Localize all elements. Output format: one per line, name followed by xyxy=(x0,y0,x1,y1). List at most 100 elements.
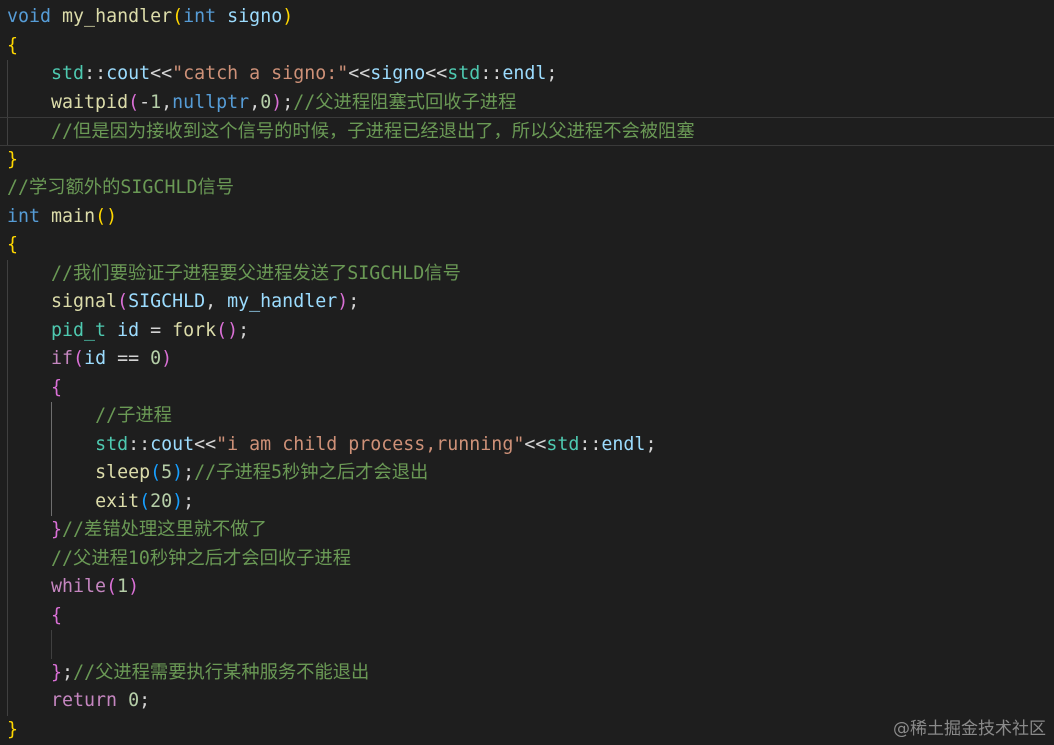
code-token: ( xyxy=(150,462,162,483)
code-token: signo xyxy=(227,6,283,27)
code-token: = xyxy=(139,319,173,341)
code-line[interactable]: { xyxy=(7,374,62,403)
code-token: cout xyxy=(150,433,195,455)
code-token: std xyxy=(447,63,481,84)
code-line[interactable]: signal(SIGCHLD, my_handler); xyxy=(7,288,359,317)
code-token: main xyxy=(51,205,96,227)
code-line[interactable]: sleep(5);//子进程5秒钟之后才会退出 xyxy=(7,459,428,488)
code-line[interactable]: //父进程10秒钟之后才会回收子进程 xyxy=(7,545,351,574)
code-token: ) xyxy=(337,291,349,312)
code-token: << xyxy=(150,63,173,84)
code-line[interactable]: std::cout<<"catch a signo:"<<signo<<std:… xyxy=(7,60,557,89)
code-token: cout xyxy=(106,63,151,84)
code-token: std xyxy=(95,433,129,455)
indent-guide xyxy=(51,630,53,659)
code-token: my_handler xyxy=(227,291,338,312)
code-line[interactable]: int main() xyxy=(7,203,117,232)
code-line[interactable]: //但是因为接收到这个信号的时候，子进程已经退出了，所以父进程不会被阻塞 xyxy=(0,117,1054,146)
code-token: () xyxy=(95,205,118,227)
code-line[interactable]: while(1) xyxy=(7,573,139,602)
code-editor[interactable]: void my_handler(int signo){ std::cout<<"… xyxy=(0,0,1054,745)
code-token: id xyxy=(84,348,107,369)
code-token: if xyxy=(51,348,74,369)
code-line[interactable]: { xyxy=(7,231,18,260)
code-token: ) xyxy=(128,576,140,597)
code-line[interactable]: //子进程 xyxy=(7,402,172,431)
code-token: :: xyxy=(579,433,602,455)
code-token: 5 xyxy=(161,462,173,483)
code-line[interactable]: };//父进程需要执行某种服务不能退出 xyxy=(7,659,369,688)
code-token: ( xyxy=(106,576,118,597)
code-token: //父进程需要执行某种服务不能退出 xyxy=(73,661,370,683)
code-token: return xyxy=(51,690,118,711)
code-token: ) xyxy=(282,6,294,27)
code-token: } xyxy=(7,148,19,170)
code-token: sleep xyxy=(95,462,151,483)
code-token: ; xyxy=(183,462,195,483)
code-token: //父进程10秒钟之后才会回收子进程 xyxy=(51,547,351,569)
code-token: std xyxy=(51,63,85,84)
code-token: std xyxy=(546,433,580,455)
code-token: ; xyxy=(139,690,151,711)
code-line[interactable]: void my_handler(int signo) xyxy=(7,3,293,32)
code-line[interactable]: exit(20); xyxy=(7,488,194,517)
code-token: ( xyxy=(172,6,184,27)
code-token: 20 xyxy=(150,490,173,512)
code-token: 1 xyxy=(150,91,162,113)
code-line[interactable]: std::cout<<"i am child process,running"<… xyxy=(7,431,656,460)
code-line[interactable]: return 0; xyxy=(7,687,150,716)
code-token: int xyxy=(7,205,41,227)
code-token: ; xyxy=(238,319,250,341)
code-token: ( xyxy=(73,348,85,369)
code-token: , xyxy=(205,291,228,312)
code-token: //子进程5秒钟之后才会退出 xyxy=(194,462,429,483)
code-token: nullptr xyxy=(172,91,250,113)
code-token: "catch a signo:" xyxy=(172,63,349,84)
code-token: } xyxy=(51,519,63,540)
watermark: @稀土掘金技术社区 xyxy=(893,719,1046,739)
code-line[interactable]: } xyxy=(7,716,18,745)
code-token: << xyxy=(425,63,448,84)
code-line[interactable]: { xyxy=(7,32,18,61)
code-token: { xyxy=(7,234,19,255)
code-token: { xyxy=(51,604,63,626)
code-token: :: xyxy=(84,63,107,84)
code-token: pid_t xyxy=(51,319,107,341)
code-line[interactable]: }//差错处理这里就不做了 xyxy=(7,516,267,545)
code-token: //子进程 xyxy=(95,405,172,426)
code-token: //学习额外的SIGCHLD信号 xyxy=(7,177,235,198)
code-line[interactable]: //我们要验证子进程要父进程发送了SIGCHLD信号 xyxy=(7,260,461,289)
code-token: :: xyxy=(480,63,503,84)
code-token: ( xyxy=(139,490,151,512)
code-token: while xyxy=(51,576,107,597)
code-token: 0 xyxy=(128,690,140,711)
code-line[interactable]: waitpid(-1,nullptr,0);//父进程阻塞式回收子进程 xyxy=(7,89,516,118)
code-line[interactable]: } xyxy=(7,146,18,175)
code-line[interactable]: //学习额外的SIGCHLD信号 xyxy=(7,174,234,203)
code-token: "i am child process,running" xyxy=(216,433,525,455)
code-token: 0 xyxy=(150,348,162,369)
code-line[interactable]: pid_t id = fork(); xyxy=(7,317,249,346)
code-token: //我们要验证子进程要父进程发送了SIGCHLD信号 xyxy=(51,262,461,284)
code-token: ; xyxy=(645,433,657,455)
code-token: , xyxy=(161,91,173,113)
code-line[interactable]: if(id == 0) xyxy=(7,345,172,374)
code-line[interactable]: { xyxy=(7,602,62,631)
code-token: signal xyxy=(51,291,118,312)
code-token: void xyxy=(7,6,52,27)
